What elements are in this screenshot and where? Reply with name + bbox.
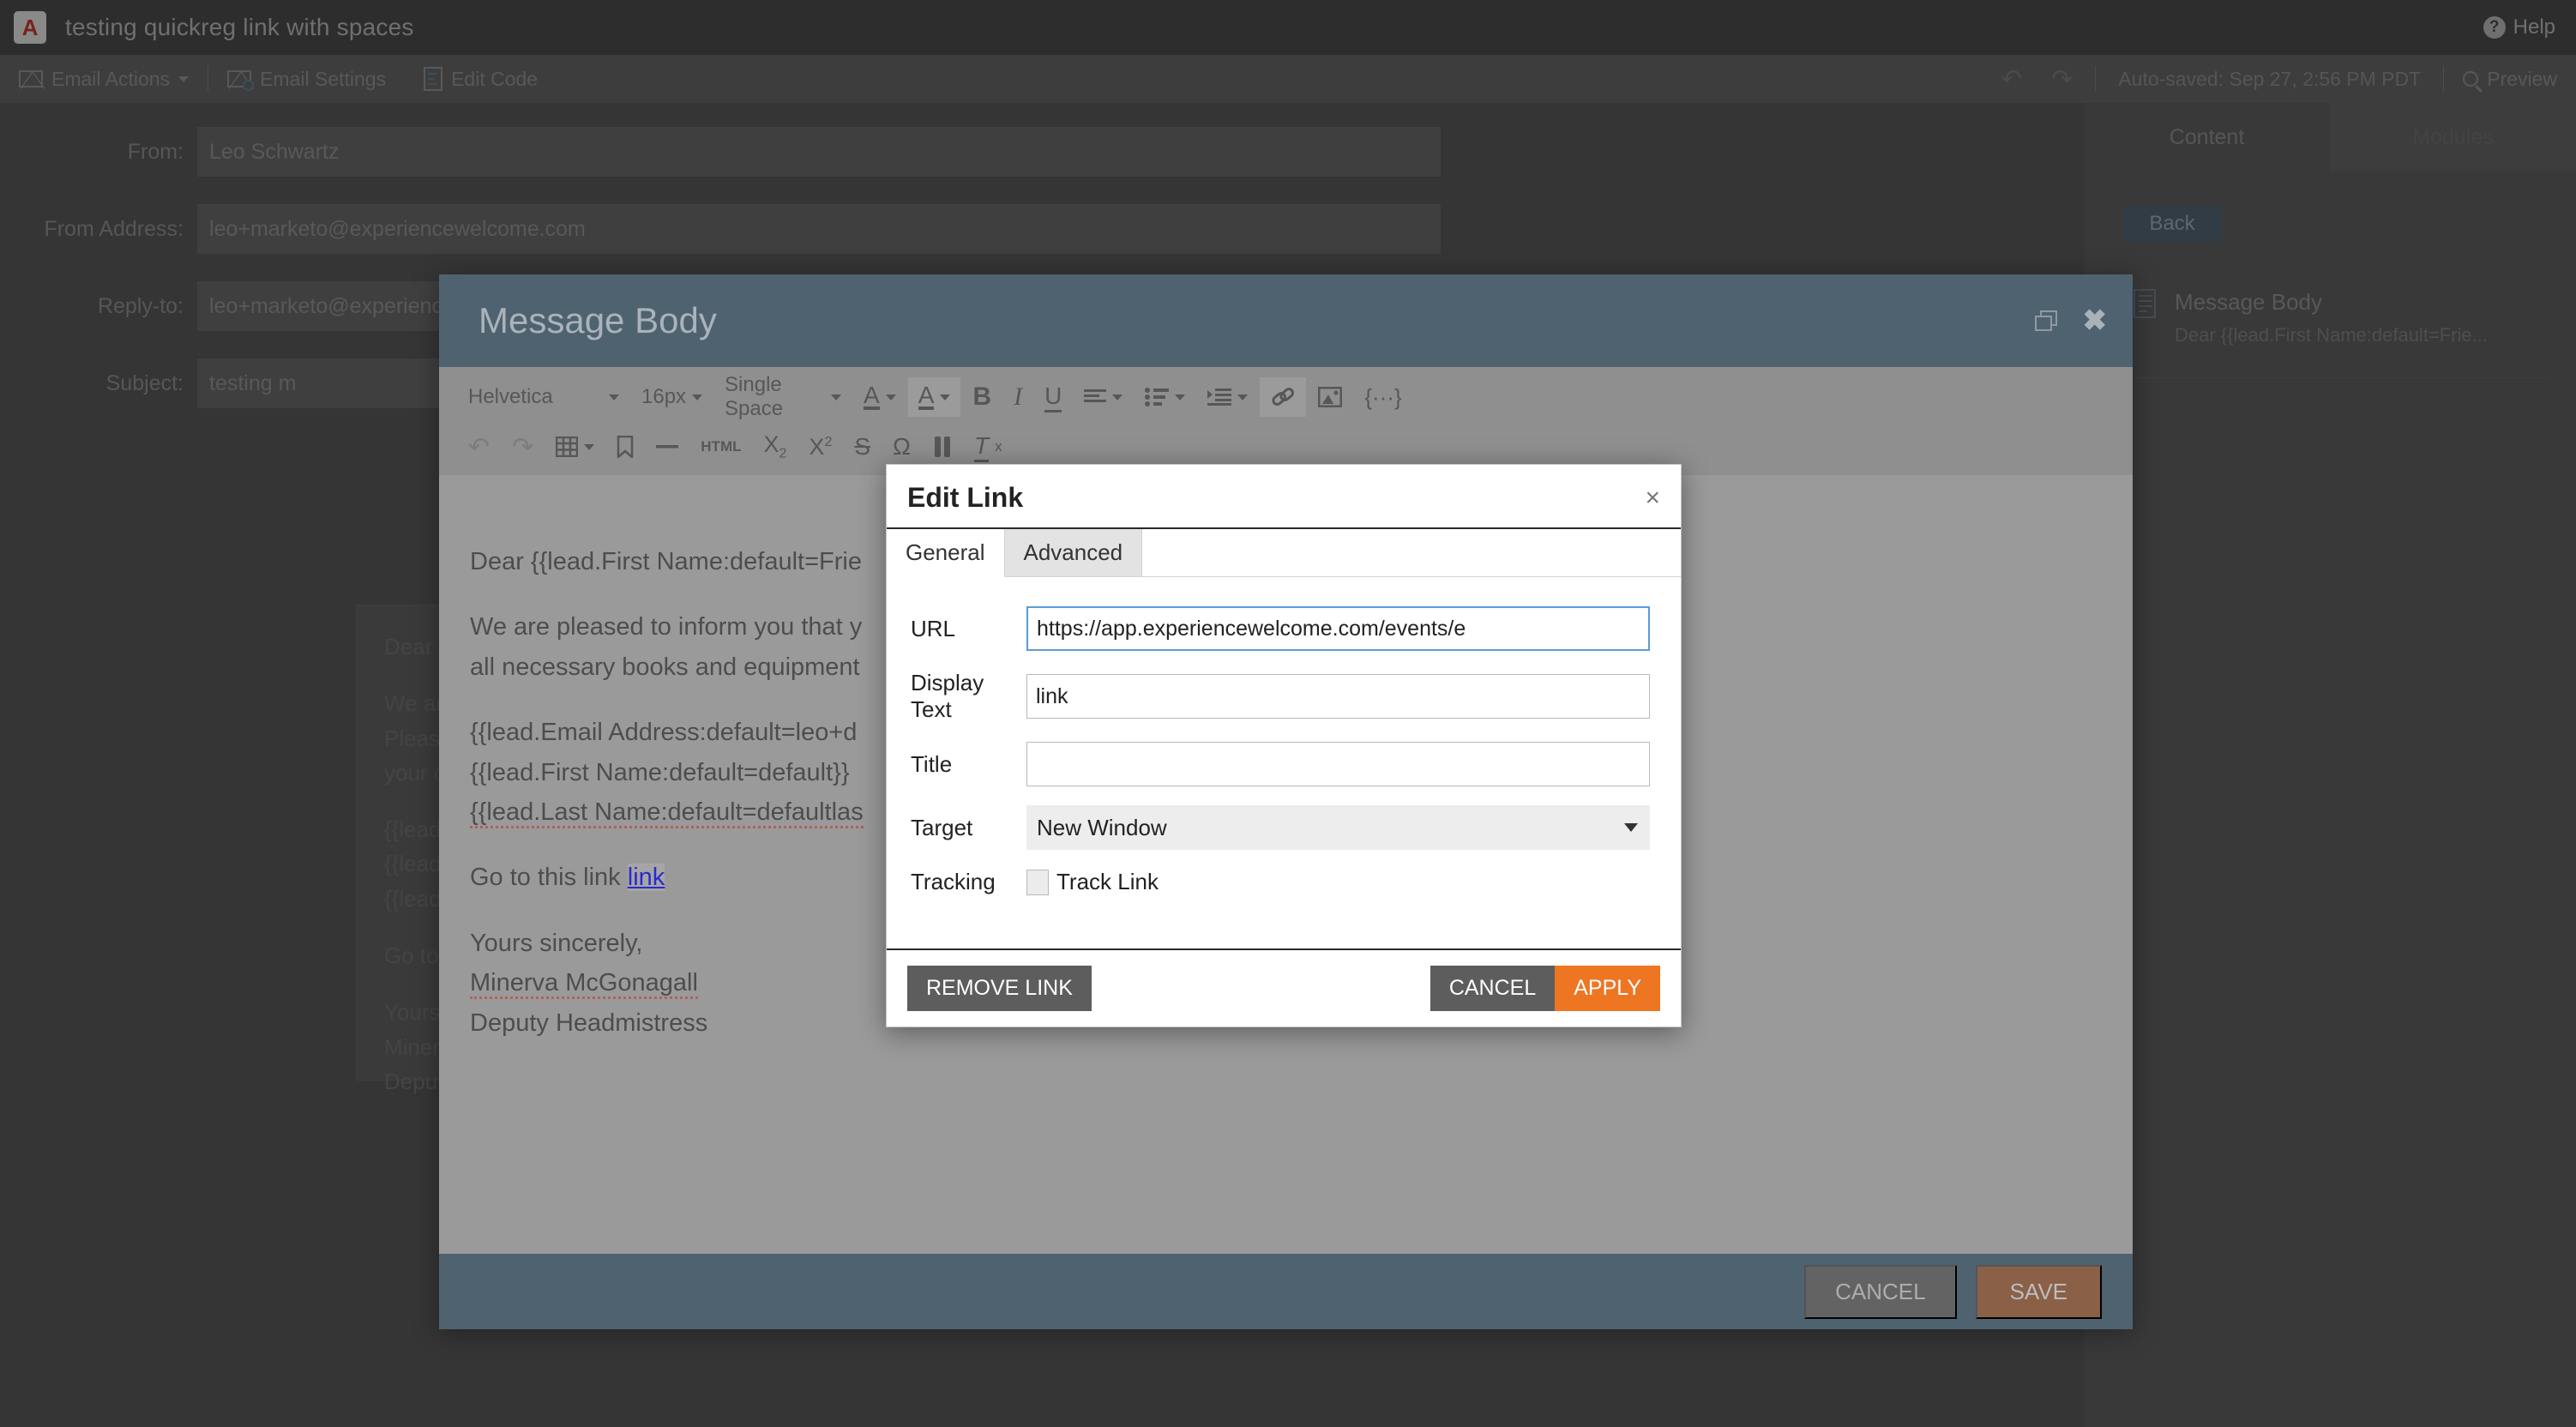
bold-icon[interactable]: B — [962, 377, 1002, 417]
url-input[interactable] — [1026, 606, 1650, 651]
insert-link-icon[interactable] — [1260, 377, 1307, 417]
field-display-text: Display Text — [911, 670, 1650, 723]
field-title: Title — [911, 742, 1650, 786]
message-body-cancel-button[interactable]: CANCEL — [1804, 1264, 1957, 1319]
editor-token-email: {{lead.Email Address:default=leo+d — [470, 719, 858, 747]
editor-signature-line: Deputy Headmistress — [470, 1009, 708, 1037]
edit-link-tab-group: General Advanced — [887, 529, 1681, 577]
undo-icon[interactable]: ↶ — [458, 427, 500, 467]
tab-general[interactable]: General — [887, 529, 1005, 577]
field-tracking: Tracking Track Link — [911, 869, 1650, 895]
chevron-down-icon — [1175, 394, 1186, 400]
insert-image-icon[interactable] — [1308, 377, 1352, 417]
font-size-value: 16px — [641, 385, 687, 408]
table-icon[interactable] — [545, 427, 605, 467]
font-family-value: Helvetica — [468, 385, 553, 408]
chevron-down-icon — [1112, 394, 1123, 400]
field-url: URL — [911, 606, 1650, 651]
editor-token-last-name: {{lead.Last Name:default=defaultlas — [470, 798, 864, 828]
redo-icon[interactable]: ↷ — [502, 427, 544, 467]
remove-link-button[interactable]: REMOVE LINK — [907, 966, 1092, 1011]
track-link-checkbox-group[interactable]: Track Link — [1026, 869, 1159, 895]
indent-icon[interactable] — [1197, 377, 1258, 417]
edit-link-apply-button[interactable]: APPLY — [1555, 966, 1660, 1011]
line-spacing-value: Single Space — [725, 373, 784, 420]
message-body-save-button[interactable]: SAVE — [1975, 1264, 2102, 1319]
edit-link-cancel-button[interactable]: CANCEL — [1429, 966, 1556, 1011]
horizontal-rule-icon[interactable] — [646, 427, 689, 467]
edit-link-form: URL Display Text Title Target New Window… — [887, 577, 1681, 948]
font-color-icon[interactable]: A — [853, 377, 906, 417]
chevron-down-icon — [885, 394, 896, 400]
subscript-icon[interactable]: X2 — [754, 427, 797, 467]
target-value: New Window — [1037, 814, 1167, 840]
chevron-down-icon — [1624, 823, 1638, 832]
title-input[interactable] — [1026, 742, 1650, 786]
align-icon[interactable] — [1074, 377, 1133, 417]
edit-link-title: Edit Link — [907, 482, 1024, 513]
editor-paragraph-part: all necessary books and equipment — [470, 653, 860, 681]
display-text-input[interactable] — [1026, 674, 1650, 719]
editor-signature-line: Yours sincerely, — [470, 929, 643, 957]
close-icon[interactable]: ✖ — [2083, 306, 2108, 335]
message-body-modal-header: Message Body ✖ — [439, 274, 2133, 367]
edit-link-footer: REMOVE LINK CANCEL APPLY — [887, 948, 1681, 1027]
italic-icon[interactable]: I — [1003, 377, 1032, 417]
title-label: Title — [911, 750, 953, 777]
chevron-down-icon — [1237, 394, 1249, 400]
editor-signature-line: Minerva McGonagall — [470, 969, 698, 1000]
chevron-down-icon — [584, 443, 595, 450]
edit-link-dialog: Edit Link × General Advanced URL Display… — [886, 464, 1682, 1027]
bookmark-icon[interactable] — [606, 427, 644, 467]
special-character-icon[interactable]: Ω — [882, 427, 921, 467]
chevron-down-icon — [940, 394, 951, 400]
close-icon[interactable]: × — [1645, 485, 1660, 511]
bullet-list-icon[interactable] — [1135, 377, 1195, 417]
track-link-checkbox[interactable] — [1026, 869, 1049, 895]
target-label: Target — [911, 814, 973, 840]
superscript-icon[interactable]: X2 — [798, 427, 842, 467]
message-body-modal-title: Message Body — [478, 300, 717, 340]
font-family-select[interactable]: Helvetica — [458, 377, 629, 417]
editor-link-prefix: Go to this link — [470, 864, 628, 892]
editor-inline-link[interactable]: link — [627, 864, 665, 892]
editor-toolbar: Helvetica 16px Single Space A A B I U {·… — [439, 367, 2133, 475]
highlight-color-icon[interactable]: A — [907, 377, 961, 417]
chevron-down-icon — [692, 394, 703, 400]
font-size-select[interactable]: 16px — [631, 377, 713, 417]
target-select[interactable]: New Window — [1026, 805, 1650, 850]
strikethrough-icon[interactable]: S — [844, 427, 881, 467]
find-replace-icon[interactable] — [923, 427, 962, 467]
html-icon[interactable]: HTML — [690, 427, 751, 467]
url-label: URL — [911, 615, 956, 641]
line-spacing-select[interactable]: Single Space — [714, 373, 852, 420]
restore-window-icon[interactable] — [2034, 310, 2057, 331]
field-target: Target New Window — [911, 805, 1650, 850]
screen-root: A testing quickreg link with spaces ? He… — [0, 0, 2576, 1427]
editor-paragraph-part: We are pleased to inform you that y — [470, 613, 863, 641]
tracking-label: Tracking — [911, 869, 996, 894]
chevron-down-icon — [609, 394, 619, 400]
track-link-label: Track Link — [1056, 869, 1159, 894]
edit-link-header: Edit Link × — [887, 465, 1681, 529]
message-body-modal-footer: CANCEL SAVE — [439, 1254, 2133, 1329]
underline-icon[interactable]: U — [1034, 377, 1072, 417]
display-text-label: Display Text — [911, 670, 984, 722]
clear-formatting-icon[interactable]: Tx — [964, 427, 1013, 467]
token-icon[interactable]: {···} — [1354, 377, 1411, 417]
tab-advanced[interactable]: Advanced — [1004, 529, 1143, 576]
editor-token-first-name: {{lead.First Name:default=default}} — [470, 758, 850, 786]
chevron-down-icon — [831, 394, 842, 400]
